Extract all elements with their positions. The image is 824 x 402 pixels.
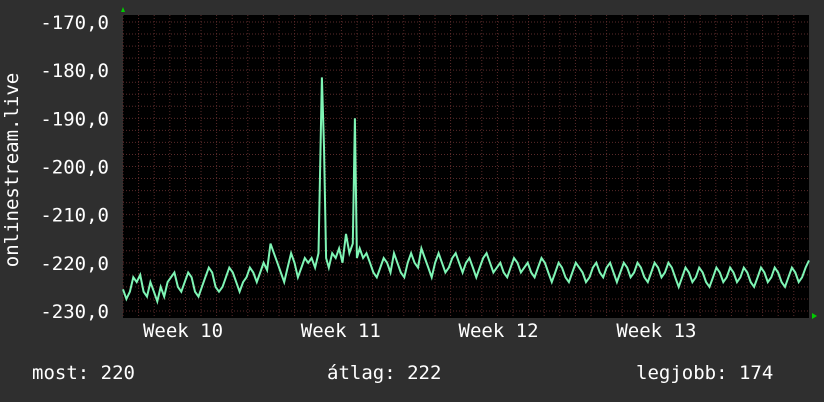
y-ticks: -170,0 -180,0 -190,0 -200,0 -210,0 -220,0 -230… [40,12,109,323]
y-tick-label: -200,0 [40,157,109,179]
y-axis-label: onlinestream.live [1,73,23,267]
x-tick-label: Week 13 [616,320,696,342]
y-tick-label: -210,0 [40,205,109,227]
y-tick-label: -180,0 [40,60,109,82]
y-tick-label: -230,0 [40,301,109,323]
y-tick-label: -220,0 [40,253,109,275]
chart: -170,0 -180,0 -190,0 -200,0 -210,0 -220,0 -230… [1,7,817,342]
x-tick-label: Week 10 [143,320,223,342]
stat-average: átlag: 222 [327,362,442,384]
x-axis-arrow [812,313,817,319]
y-tick-label: -170,0 [40,12,109,34]
stats-bar: most: 220 átlag: 222 legjobb: 174 [0,362,824,388]
y-axis-arrow [121,7,125,12]
stat-best: legjobb: 174 [636,362,774,384]
x-tick-label: Week 11 [301,320,381,342]
stat-now: most: 220 [32,362,135,384]
x-tick-label: Week 12 [459,320,539,342]
y-tick-label: -190,0 [40,108,109,130]
x-ticks: Week 10 Week 11 Week 12 Week 13 [143,320,696,342]
